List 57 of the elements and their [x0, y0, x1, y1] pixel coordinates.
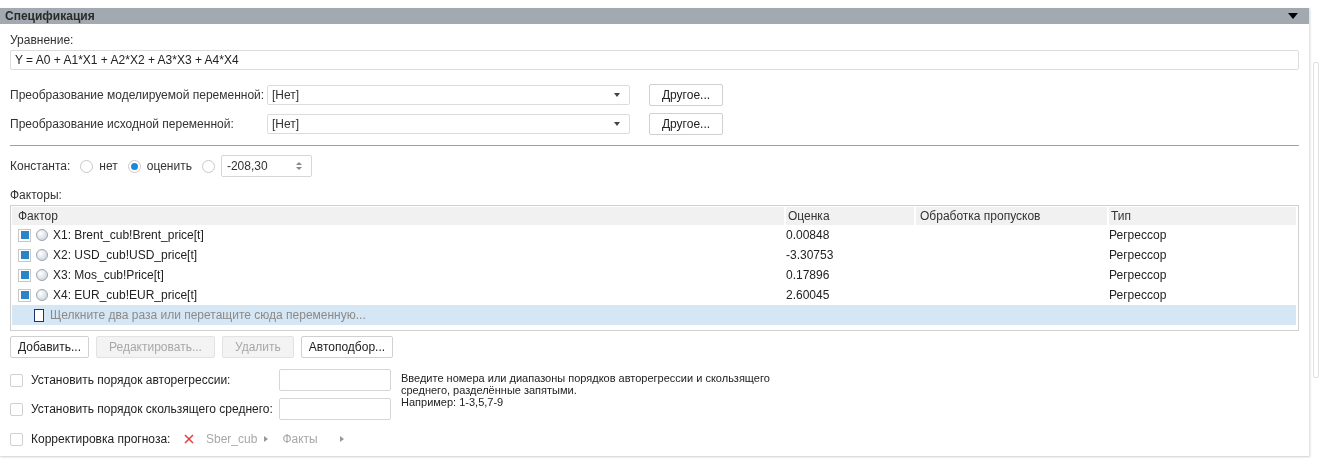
factors-label: Факторы:: [10, 187, 63, 203]
table-cell-text: X3: Mos_cub!Price[t]: [53, 267, 164, 284]
table-cell-text: 0.00848: [785, 227, 831, 244]
dropdown-caret-icon: [614, 122, 620, 126]
table-cell-text: X1: Brent_cub!Brent_price[t]: [53, 227, 204, 244]
number-spinner[interactable]: -208,30: [220, 155, 312, 177]
table-cell-text: Регрессор: [1108, 267, 1168, 284]
table-cell-text: 2.60045: [785, 287, 831, 304]
dropdown-caret-icon: [614, 93, 620, 97]
table-cell-text: X2: USD_cub!USD_price[t]: [53, 247, 198, 264]
arrow-icon: [339, 436, 344, 442]
section-title: Спецификация: [5, 8, 95, 25]
order-field[interactable]: [279, 398, 391, 420]
spin-arrows-icon: [295, 162, 302, 170]
collapse-icon[interactable]: [1288, 13, 1298, 19]
table-cell-text: 0.17896: [785, 267, 831, 284]
checkbox[interactable]: [18, 288, 31, 302]
checkbox[interactable]: [18, 248, 31, 262]
table-cell-text: -3.30753: [785, 247, 835, 264]
document-icon: [34, 308, 44, 322]
field-label: Преобразование моделируемой переменной:: [10, 87, 266, 104]
table-cell-text: Регрессор: [1108, 287, 1168, 304]
close-icon[interactable]: [184, 434, 194, 444]
constant-label: Константа:: [10, 158, 71, 175]
checkbox[interactable]: [18, 268, 31, 282]
column-header[interactable]: Обработка пропусков: [914, 207, 1107, 225]
column-header[interactable]: Тип: [1107, 207, 1296, 225]
checkbox-label: Корректировка прогноза:: [31, 431, 172, 448]
action-button[interactable]: Автоподбор...: [300, 336, 394, 358]
radio-label: оценить: [146, 158, 192, 175]
radio-label: нет: [99, 158, 118, 175]
checkbox-label: Установить порядок скользящего среднего:: [31, 401, 274, 418]
table-cell-text: X4: EUR_cub!EUR_price[t]: [53, 287, 198, 304]
column-header[interactable]: Фактор: [12, 207, 784, 225]
column-header[interactable]: Оценка: [784, 207, 914, 225]
equation-field[interactable]: Y = A0 + A1*X1 + A2*X2 + A3*X3 + A4*X4: [10, 50, 1299, 70]
checkbox[interactable]: [18, 228, 31, 242]
checkbox[interactable]: [10, 402, 23, 416]
radio-button[interactable]: [80, 159, 94, 173]
action-button[interactable]: Добавить...: [10, 336, 90, 358]
table-cell-text: Регрессор: [1108, 227, 1168, 244]
checkbox[interactable]: [10, 373, 23, 387]
order-field[interactable]: [279, 369, 391, 391]
dropdown[interactable]: [Нет]: [267, 114, 630, 134]
other-button[interactable]: Другое...: [649, 113, 723, 135]
arrow-icon: [264, 436, 269, 442]
checkbox[interactable]: [10, 432, 23, 446]
checkbox-label: Установить порядок авторегрессии:: [31, 372, 232, 389]
hint-text: Введите номера или диапазоны порядков авторегрессии и скользящего среднего, разделённые запятыми. Например: 1-3,5,7-9: [401, 372, 770, 410]
table-cell-text: Регрессор: [1108, 247, 1168, 264]
hint-text: Щелкните два раза или перетащите сюда переменную...: [50, 307, 366, 324]
radio-button[interactable]: [201, 159, 215, 173]
other-button[interactable]: Другое...: [649, 84, 723, 106]
field-label: Преобразование исходной переменной:: [10, 116, 235, 133]
radio-button[interactable]: [127, 159, 141, 173]
dropdown[interactable]: [Нет]: [267, 85, 630, 105]
equation-label: Уравнение:: [10, 32, 75, 48]
